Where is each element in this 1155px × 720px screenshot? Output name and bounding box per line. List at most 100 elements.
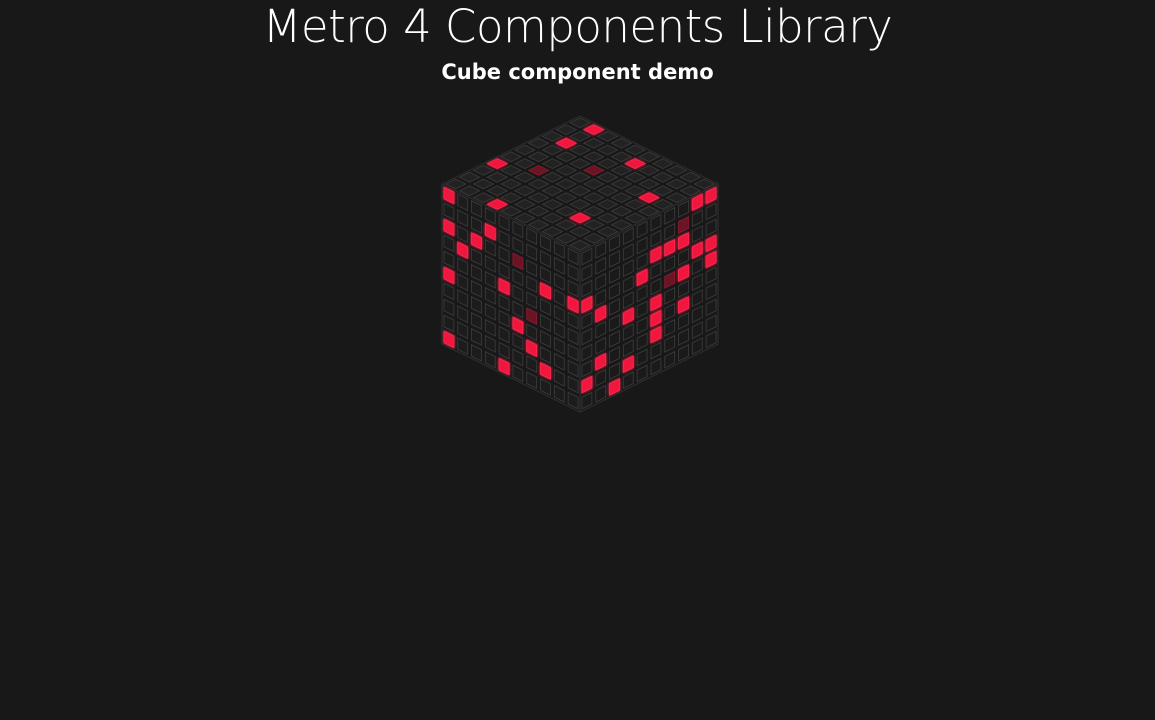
cube-cell-top-8-1 [569,226,591,238]
cube-cell-right-2-9 [705,218,717,237]
cube-cell-left-2-4 [498,245,510,264]
cube-cell-top-5-6 [596,171,619,183]
cube-cell-top-3-2 [513,185,536,197]
cube-cell-top-2-1 [486,185,509,197]
cube-cell-right-1-0 [581,263,593,282]
cube-cell-left-5-6 [526,307,538,326]
cube-cell-right-2-1 [595,272,607,291]
cube-cell-right-3-9 [705,234,717,253]
cube-cell-left-3-8 [553,288,565,307]
cube-cell-left-1-0 [443,202,455,221]
cube-cell-top-8-6 [638,192,660,204]
cube-cell-left-1-6 [526,243,538,262]
cube-cell-top-4-5 [569,171,591,183]
cube-cell-right-6-0 [581,343,593,362]
cube-cell-right-7-3 [622,339,634,358]
page: Metro 4 Components Library Cube componen… [0,0,1155,720]
cube-cell-top-6-4 [582,192,605,204]
cube-cell-right-2-3 [622,259,634,278]
cube-cell-top-3-1 [500,192,522,204]
cube-cell-left-1-7 [540,250,551,268]
cube-cell-left-2-5 [512,252,524,271]
cube-cell-right-7-8 [691,305,703,324]
cube-cell-right-4-7 [678,264,689,282]
cube-cell-right-8-9 [705,314,717,333]
cube-cell-left-3-9 [567,295,579,314]
cube-cell-right-7-6 [664,318,676,337]
cube-cell-top-7-4 [596,198,619,210]
cube-cell-right-2-8 [691,225,703,244]
cube-cell-right-1-5 [650,229,662,248]
cube-cell-right-6-8 [691,289,703,308]
cube-cell-top-3-5 [555,164,578,176]
cube-cell-left-7-6 [526,339,538,358]
cube-cell-left-4-4 [498,277,510,296]
cube-cell-top-1-6 [541,144,564,156]
cube-cell-left-6-9 [567,343,579,362]
cube-cell-left-8-1 [457,321,469,340]
cube-cell-left-7-9 [567,359,579,378]
cube-cell-top-7-8 [651,171,674,183]
cube-canvas [440,115,720,413]
cube-cell-left-3-2 [471,248,482,266]
cube-cell-right-4-3 [622,291,634,310]
cube-cell-left-5-5 [512,300,524,319]
cube-cell-top-1-8 [569,130,591,142]
cube-cell-right-3-4 [636,268,648,287]
cube-cell-left-1-1 [457,209,469,228]
cube-cell-left-2-7 [540,266,551,284]
page-subtitle: Cube component demo [441,60,714,84]
cube-cell-right-2-6 [664,238,676,257]
cube-cell-top-7-1 [555,219,578,231]
cube-cell-top-7-7 [638,178,660,190]
cube-cell-right-3-2 [609,282,620,300]
cube-cell-right-8-8 [691,321,703,340]
cube-cell-top-1-3 [500,164,522,176]
cube-cell-right-6-6 [664,302,676,321]
cube-cell-right-8-6 [664,334,676,353]
cube-cell-left-5-0 [443,266,455,285]
cube-cell-top-7-5 [610,192,633,204]
cube-cell-right-6-5 [650,309,662,328]
cube-cell-top-3-7 [582,151,605,163]
cube-cell-right-3-7 [678,248,689,266]
cube-cell-left-5-2 [471,280,482,298]
page-title: Metro 4 Components Library [262,0,893,53]
cube-cell-left-3-0 [443,234,455,253]
cube-cell-top-4-4 [555,178,578,190]
cube-cell-left-1-5 [512,236,524,255]
cube-cell-left-8-9 [567,375,579,394]
cube-cell-right-5-0 [581,327,593,346]
cube-cell-top-3-6 [569,158,591,170]
cube-cell-left-8-2 [471,328,482,346]
cube-cell-right-4-9 [705,250,717,269]
cube-cell-left-2-9 [567,279,579,298]
cube-cell-left-3-3 [484,254,496,273]
cube-cell-top-6-2 [555,205,578,217]
cube-cell-right-8-2 [609,362,620,380]
cube-cell-right-8-0 [581,375,593,394]
cube-cell-right-1-2 [609,250,620,268]
cube-cell-right-3-0 [581,295,593,314]
cube-cell-right-1-3 [622,243,634,262]
cube-cell-right-3-6 [664,254,676,273]
cube-cell-right-5-9 [705,266,717,285]
cube-cell-top-6-3 [569,198,591,210]
cube-cell-top-2-8 [582,137,605,149]
cube-cell-left-3-4 [498,261,510,280]
cube-cell-right-3-5 [650,261,662,280]
cube-cell-top-2-7 [569,144,591,156]
cube-cell-right-7-9 [705,298,717,317]
cube-cell-left-3-7 [540,282,551,300]
cube-cell-top-5-7 [610,164,633,176]
cube-cell-left-1-2 [471,216,482,234]
cube-cell-left-4-5 [512,284,524,303]
cube-cell-left-4-2 [471,264,482,282]
cube-cell-top-7-6 [624,185,647,197]
cube-cell-top-4-3 [541,185,564,197]
cube-cell-left-2-6 [526,259,538,278]
cube-cell-left-7-8 [553,352,565,371]
cube-cell-left-7-1 [457,305,469,324]
cube-cell-top-4-1 [513,198,536,210]
cube-cell-top-1-2 [486,171,509,183]
